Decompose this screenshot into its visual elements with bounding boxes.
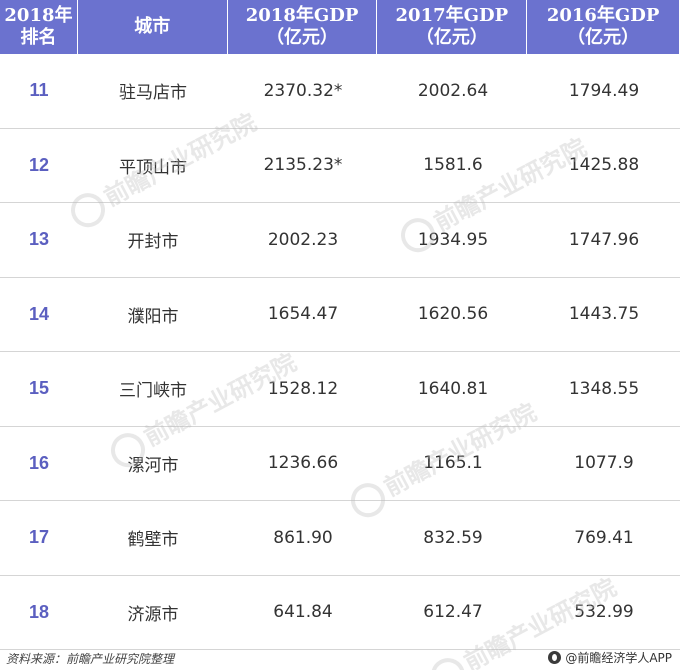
gdp-2018-cell: 2370.32* xyxy=(263,80,343,101)
gdp-2018-cell: 861.90 xyxy=(273,527,333,548)
table-row: 11 驻马店市 2370.32* 2002.64 1794.49 xyxy=(0,54,680,129)
city-cell: 开封市 xyxy=(127,232,179,253)
header-gdp-2017: 2017年GDP （亿元） xyxy=(377,0,528,54)
table-row: 15 三门峡市 1528.12 1640.81 1348.55 xyxy=(0,352,680,427)
table-header: 2018年 排名 城市 2018年GDP （亿元） 2017年GDP （亿元） … xyxy=(0,0,680,54)
gdp-2016-cell: 1348.55 xyxy=(568,378,640,399)
gdp-2017-cell: 832.59 xyxy=(423,527,483,548)
header-rank-line1: 2018年 xyxy=(4,5,73,26)
table-row: 13 开封市 2002.23 1934.95 1747.96 xyxy=(0,203,680,278)
rank-cell: 15 xyxy=(28,378,50,399)
table-body: 11 驻马店市 2370.32* 2002.64 1794.49 12 平顶山市… xyxy=(0,54,680,670)
city-cell: 平顶山市 xyxy=(119,157,187,178)
brand-text: @前瞻经济学人APP xyxy=(565,651,672,665)
table-row: 12 平顶山市 2135.23* 1581.6 1425.88 xyxy=(0,129,680,203)
rank-cell: 13 xyxy=(28,229,50,250)
rank-cell: 18 xyxy=(28,601,50,622)
rank-cell: 12 xyxy=(28,154,50,175)
gdp-2018-cell: 1528.12 xyxy=(267,378,339,399)
header-city: 城市 xyxy=(78,0,228,54)
header-rank-line2: 排名 xyxy=(20,27,57,48)
rank-cell: 16 xyxy=(28,452,50,473)
source-note: 资料来源：前瞻产业研究院整理 xyxy=(6,652,175,666)
header-gdp-2018-line1: 2018年GDP xyxy=(245,5,359,26)
header-gdp-2016: 2016年GDP （亿元） xyxy=(527,0,679,54)
gdp-2017-cell: 1620.56 xyxy=(417,304,489,325)
gdp-2016-cell: 1443.75 xyxy=(568,304,640,325)
rank-cell: 14 xyxy=(28,303,50,324)
gdp-2018-cell: 2002.23 xyxy=(267,229,339,250)
city-cell: 濮阳市 xyxy=(127,306,179,327)
table-row: 14 濮阳市 1654.47 1620.56 1443.75 xyxy=(0,278,680,352)
gdp-table: 2018年 排名 城市 2018年GDP （亿元） 2017年GDP （亿元） … xyxy=(0,0,680,670)
gdp-2016-cell: 1794.49 xyxy=(568,80,640,101)
table-row: 16 漯河市 1236.66 1165.1 1077.9 xyxy=(0,427,680,501)
brand-credit: @前瞻经济学人APP xyxy=(548,649,672,666)
gdp-2016-cell: 532.99 xyxy=(574,602,634,623)
table-row: 18 济源市 641.84 612.47 532.99 xyxy=(0,576,680,650)
city-cell: 驻马店市 xyxy=(119,83,187,104)
gdp-2016-cell: 1425.88 xyxy=(568,155,640,176)
table-row: 17 鹤壁市 861.90 832.59 769.41 xyxy=(0,501,680,576)
city-cell: 三门峡市 xyxy=(119,381,187,402)
city-cell: 济源市 xyxy=(127,604,179,625)
header-gdp-2017-line1: 2017年GDP xyxy=(395,5,509,26)
header-gdp-2018: 2018年GDP （亿元） xyxy=(228,0,378,54)
gdp-2016-cell: 769.41 xyxy=(574,527,634,548)
gdp-2018-cell: 1236.66 xyxy=(267,453,339,474)
header-gdp-2016-line1: 2016年GDP xyxy=(546,5,660,26)
gdp-2016-cell: 1077.9 xyxy=(574,453,634,474)
header-gdp-2016-line2: （亿元） xyxy=(567,27,640,48)
city-cell: 鹤壁市 xyxy=(127,530,179,551)
header-rank: 2018年 排名 xyxy=(0,0,78,54)
rank-cell: 17 xyxy=(28,527,50,548)
gdp-2018-cell: 1654.47 xyxy=(267,304,339,325)
gdp-2017-cell: 1640.81 xyxy=(417,378,489,399)
footer: 资料来源：前瞻产业研究院整理 @前瞻经济学人APP xyxy=(0,646,680,670)
gdp-2016-cell: 1747.96 xyxy=(568,229,640,250)
gdp-2017-cell: 1165.1 xyxy=(423,453,483,474)
gdp-2018-cell: 2135.23* xyxy=(263,155,343,176)
city-cell: 漯河市 xyxy=(127,455,179,476)
gdp-2018-cell: 641.84 xyxy=(273,602,333,623)
gdp-2017-cell: 1934.95 xyxy=(417,229,489,250)
header-city-label: 城市 xyxy=(134,16,171,37)
brand-logo-icon xyxy=(548,651,562,664)
header-gdp-2017-line2: （亿元） xyxy=(415,27,488,48)
gdp-2017-cell: 612.47 xyxy=(423,602,483,623)
gdp-2017-cell: 1581.6 xyxy=(423,155,483,176)
header-gdp-2018-line2: （亿元） xyxy=(266,27,339,48)
rank-cell: 11 xyxy=(29,80,49,101)
gdp-2017-cell: 2002.64 xyxy=(417,80,489,101)
